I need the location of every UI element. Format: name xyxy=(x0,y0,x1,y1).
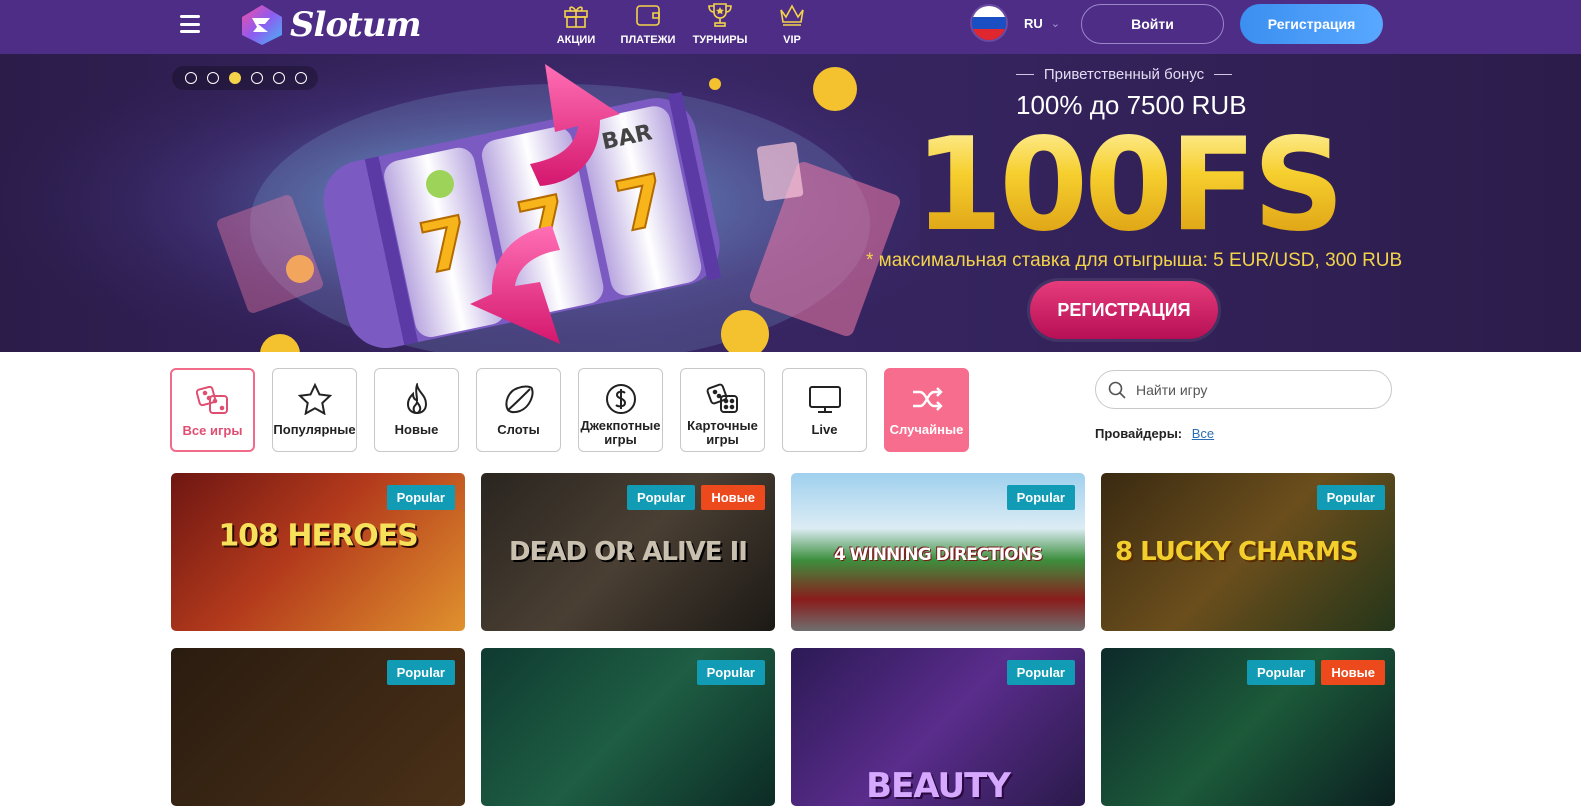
slider-dots xyxy=(172,66,318,90)
crown-icon xyxy=(780,4,804,26)
login-button[interactable]: Войти xyxy=(1081,4,1224,44)
monitor-icon xyxy=(808,386,841,413)
games-grid: 108 HEROES Popular DEAD OR ALIVE II Popu… xyxy=(171,473,1395,806)
search-icon xyxy=(1108,381,1126,399)
bonus-subtitle-text: Приветственный бонус xyxy=(1043,66,1205,83)
category-label: Карточные игры xyxy=(687,418,758,447)
slider-dot[interactable] xyxy=(251,72,263,84)
category-random[interactable]: Случайные xyxy=(884,368,969,452)
providers-all-link[interactable]: Все xyxy=(1192,426,1214,441)
nav-label: ПЛАТЕЖИ xyxy=(620,34,676,46)
category-label: Случайные xyxy=(889,422,964,437)
nav-label: ТУРНИРЫ xyxy=(692,34,748,46)
lemon-icon xyxy=(504,385,533,414)
game-title: 4 WINNING DIRECTIONS xyxy=(833,545,1043,566)
providers-filter: Провайдеры: Все xyxy=(1095,426,1214,441)
game-title: BEAUTY xyxy=(866,766,1011,806)
search-input[interactable] xyxy=(1136,381,1376,398)
game-title: DEAD OR ALIVE II xyxy=(509,537,748,567)
category-label: Джекпотные игры xyxy=(580,418,661,447)
bonus-subtitle: Приветственный бонус xyxy=(1016,66,1232,83)
slider-dot[interactable] xyxy=(273,72,285,84)
gift-icon xyxy=(564,6,588,28)
game-card[interactable]: DEAD OR ALIVE II Popular Новые xyxy=(481,473,775,631)
popular-badge: Popular xyxy=(1006,485,1075,510)
providers-label: Провайдеры: xyxy=(1095,426,1183,441)
game-card[interactable]: 8 LUCKY CHARMS Popular xyxy=(1101,473,1395,631)
logo[interactable]: Slotum xyxy=(238,2,422,48)
game-card[interactable]: BEAUTY Popular xyxy=(791,648,1085,806)
game-card[interactable]: Popular xyxy=(171,648,465,806)
game-card[interactable]: 108 HEROES Popular xyxy=(171,473,465,631)
popular-badge: Popular xyxy=(386,485,455,510)
bonus-headline: 100FS xyxy=(914,111,1345,260)
slider-dot-active[interactable] xyxy=(229,72,241,84)
main-nav: АКЦИИ ПЛАТЕЖИ ТУРНИРЫ VIP xyxy=(545,0,823,50)
language-selector[interactable]: RU ⌄ xyxy=(970,4,1060,42)
game-categories: Все игры Популярные Новые Слоты Джекпотн… xyxy=(170,368,969,452)
category-all-games[interactable]: Все игры xyxy=(170,368,255,452)
category-new[interactable]: Новые xyxy=(374,368,459,452)
card-dice-icon xyxy=(706,383,738,413)
nav-payments[interactable]: ПЛАТЕЖИ xyxy=(617,0,679,50)
nav-promotions[interactable]: АКЦИИ xyxy=(545,0,607,50)
game-card[interactable]: Popular xyxy=(481,648,775,806)
slider-dot[interactable] xyxy=(295,72,307,84)
star-icon xyxy=(297,383,332,415)
language-code: RU xyxy=(1024,15,1043,31)
slot-machine-illustration: 7 7 7 BAR xyxy=(0,54,920,352)
game-card[interactable]: Popular Новые xyxy=(1101,648,1395,806)
category-label: Все игры xyxy=(182,423,243,438)
game-search xyxy=(1095,370,1392,409)
dice-icon xyxy=(195,385,228,414)
slider-dot[interactable] xyxy=(207,72,219,84)
new-badge: Новые xyxy=(701,485,765,510)
game-title: 8 LUCKY CHARMS xyxy=(1115,537,1359,567)
game-title: 108 HEROES xyxy=(218,518,418,554)
chevron-down-icon: ⌄ xyxy=(1050,17,1060,30)
nav-vip[interactable]: VIP xyxy=(761,0,823,50)
banner-register-button[interactable]: РЕГИСТРАЦИЯ xyxy=(1030,281,1218,339)
shuffle-icon xyxy=(912,387,943,411)
popular-badge: Popular xyxy=(626,485,696,510)
popular-badge: Popular xyxy=(386,660,455,685)
category-card-games[interactable]: Карточные игры xyxy=(680,368,765,452)
register-button[interactable]: Регистрация xyxy=(1240,4,1383,44)
popular-badge: Popular xyxy=(1316,485,1385,510)
flame-icon xyxy=(406,383,427,415)
category-label: Популярные xyxy=(273,422,356,437)
category-label: Новые xyxy=(394,422,439,437)
nav-tournaments[interactable]: ТУРНИРЫ xyxy=(689,0,751,50)
wallet-icon xyxy=(636,5,660,26)
bonus-wager-note: * максимальная ставка для отыгрыша: 5 EU… xyxy=(866,250,1403,271)
popular-badge: Popular xyxy=(1246,660,1316,685)
dollar-coin-icon xyxy=(605,384,636,414)
category-slots[interactable]: Слоты xyxy=(476,368,561,452)
promo-banner: 7 7 7 BAR Приветственный бонус 100% до 7… xyxy=(0,54,1581,352)
trophy-icon xyxy=(708,3,732,27)
top-navbar: Slotum АКЦИИ ПЛАТЕЖИ ТУРНИРЫ VIP RU ⌄ Во… xyxy=(0,0,1581,54)
category-label: Live xyxy=(811,422,838,437)
nav-label: АКЦИИ xyxy=(556,34,596,46)
category-live[interactable]: Live xyxy=(782,368,867,452)
popular-badge: Popular xyxy=(1006,660,1075,685)
logo-text: Slotum xyxy=(290,5,422,45)
slider-dot[interactable] xyxy=(185,72,197,84)
popular-badge: Popular xyxy=(696,660,765,685)
nav-label: VIP xyxy=(783,34,801,46)
new-badge: Новые xyxy=(1321,660,1385,685)
category-popular[interactable]: Популярные xyxy=(272,368,357,452)
game-card[interactable]: 4 WINNING DIRECTIONS Popular xyxy=(791,473,1085,631)
russia-flag-icon xyxy=(970,4,1008,42)
category-jackpot[interactable]: Джекпотные игры xyxy=(578,368,663,452)
logo-icon xyxy=(242,5,282,45)
category-label: Слоты xyxy=(497,422,540,437)
menu-icon[interactable] xyxy=(180,15,200,33)
